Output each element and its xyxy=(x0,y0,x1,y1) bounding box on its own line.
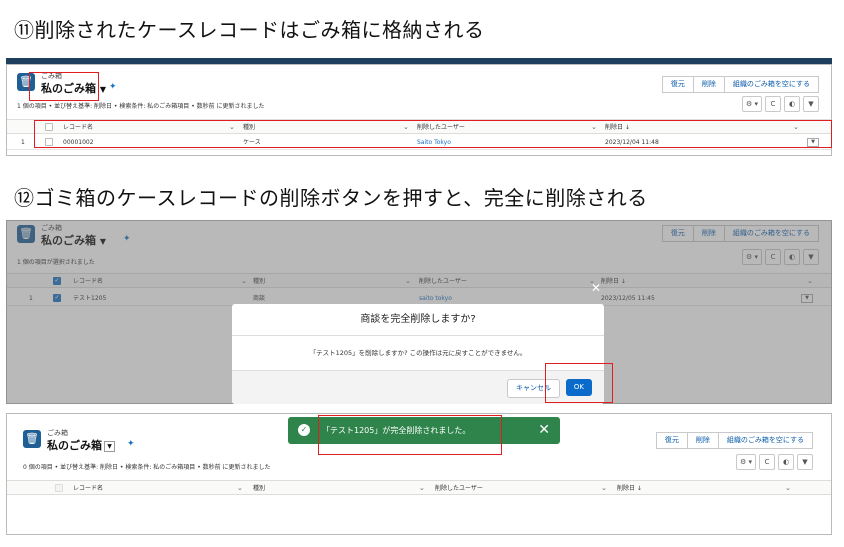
refresh-icon[interactable]: C xyxy=(759,454,775,470)
filter-icon[interactable]: ▼ xyxy=(803,96,819,112)
chevron-down-icon[interactable]: ⌄ xyxy=(785,481,791,496)
filter-icon[interactable]: ▼ xyxy=(797,454,813,470)
check-icon: ✓ xyxy=(298,424,310,436)
list-controls: ⚙ ▾ C ◐ ▼ xyxy=(735,454,813,470)
settings-icon[interactable]: ⚙ ▾ xyxy=(735,454,756,470)
highlight-ok-button xyxy=(545,363,613,403)
recycle-bin-panel-1: 🗑 ごみ箱 私のごみ箱 ▼ ✦ 1 個の項目 • 並び替え基準: 削除日 • 検… xyxy=(6,58,832,156)
table-header: レコード名 ⌄ 種別 ⌄ 削除したユーザー ⌄ 削除日 ↓ ⌄ xyxy=(7,480,831,495)
chevron-down-icon[interactable]: ▼ xyxy=(104,440,115,452)
pin-icon[interactable]: ✦ xyxy=(109,82,117,92)
chevron-down-icon[interactable]: ⌄ xyxy=(237,481,243,496)
highlight-row xyxy=(34,120,832,148)
delete-button[interactable]: 削除 xyxy=(687,432,719,449)
recycle-bin-icon: 🗑 xyxy=(23,430,41,448)
empty-org-bin-button[interactable]: 組織のごみ箱を空にする xyxy=(724,76,819,93)
chevron-down-icon[interactable]: ▼ xyxy=(100,85,106,94)
highlight-list-title xyxy=(29,72,99,101)
action-buttons: 復元 削除 組織のごみ箱を空にする xyxy=(655,432,813,449)
recycle-bin-panel-2: 🗑 ごみ箱 私のごみ箱 ▼ ✦ 1 個の項目が選択されました 復元 削除 組織の… xyxy=(6,220,832,404)
col-record-name[interactable]: レコード名 xyxy=(73,481,103,496)
settings-icon[interactable]: ⚙ ▾ xyxy=(741,96,762,112)
list-info: 0 個の項目 • 並び替え基準: 削除日 • 検索条件: 私のごみ箱項目 • 数… xyxy=(23,464,271,471)
col-deleted-by[interactable]: 削除したユーザー xyxy=(435,481,483,496)
modal-title: 商談を完全削除しますか? xyxy=(232,304,604,336)
list-info: 1 個の項目 • 並び替え基準: 削除日 • 検索条件: 私のごみ箱項目 • 数… xyxy=(17,103,265,110)
chart-icon[interactable]: ◐ xyxy=(784,96,800,112)
chart-icon[interactable]: ◐ xyxy=(778,454,794,470)
chevron-down-icon[interactable]: ⌄ xyxy=(601,481,607,496)
delete-button[interactable]: 削除 xyxy=(693,76,725,93)
close-icon[interactable]: ✕ xyxy=(538,417,550,444)
action-buttons: 復元 削除 組織のごみ箱を空にする xyxy=(661,76,819,93)
col-type[interactable]: 種別 xyxy=(253,481,265,496)
row-number: 1 xyxy=(21,139,25,146)
select-all-checkbox[interactable] xyxy=(55,484,63,492)
recycle-bin-panel-3: 🗑 ごみ箱 私のごみ箱 ▼ ✦ 0 個の項目 • 並び替え基準: 削除日 • 検索… xyxy=(6,413,832,535)
list-controls: ⚙ ▾ C ◐ ▼ xyxy=(741,96,819,112)
close-icon[interactable]: ✕ xyxy=(591,281,601,295)
step11-caption: ⑪削除されたケースレコードはごみ箱に格納される xyxy=(14,18,485,42)
chevron-down-icon[interactable]: ⌄ xyxy=(419,481,425,496)
refresh-icon[interactable]: C xyxy=(765,96,781,112)
restore-button[interactable]: 復元 xyxy=(655,432,688,449)
pin-icon[interactable]: ✦ xyxy=(127,439,135,449)
step12-caption: ⑫ゴミ箱のケースレコードの削除ボタンを押すと、完全に削除される xyxy=(14,186,648,210)
restore-button[interactable]: 復元 xyxy=(661,76,694,93)
list-view-title[interactable]: 私のごみ箱 ▼ xyxy=(47,437,115,453)
empty-org-bin-button[interactable]: 組織のごみ箱を空にする xyxy=(718,432,813,449)
col-deleted-date[interactable]: 削除日 ↓ xyxy=(617,481,642,496)
highlight-toast xyxy=(318,415,502,455)
